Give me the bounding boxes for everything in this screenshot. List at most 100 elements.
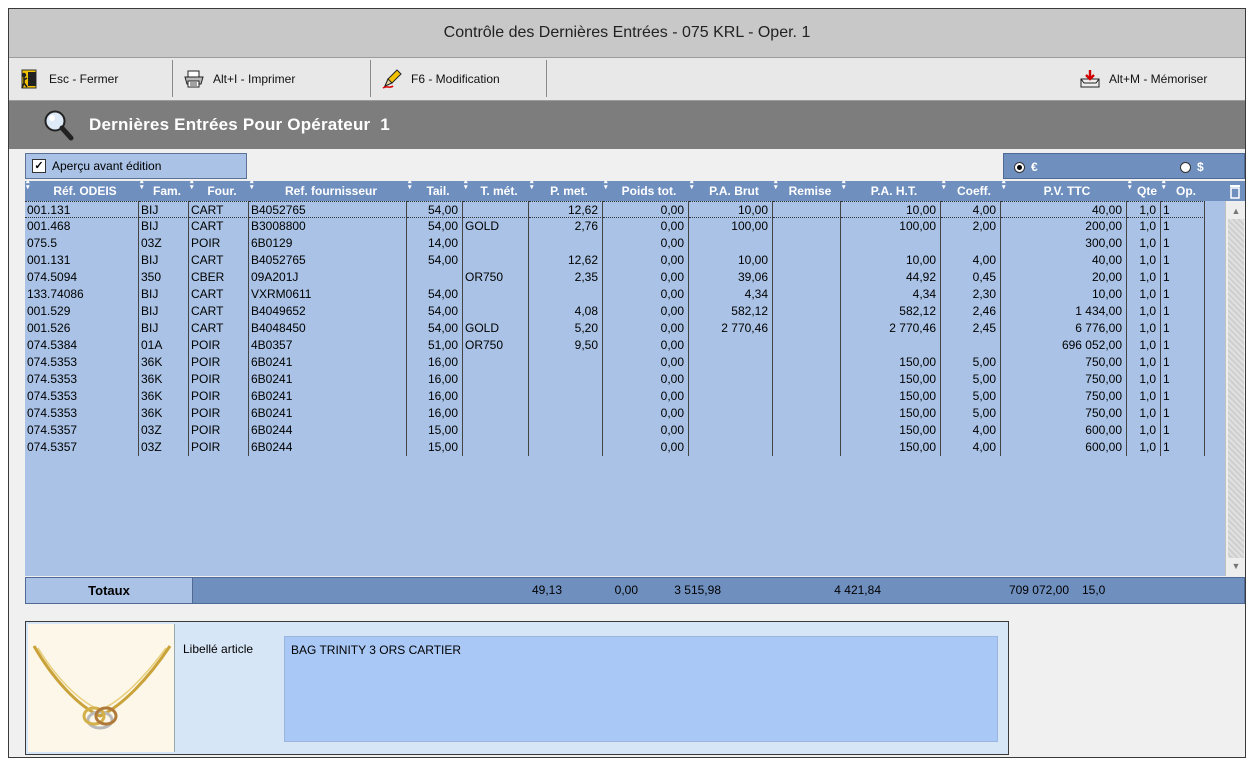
cell-op: 1: [1161, 388, 1205, 405]
cell-qte: 1,0: [1127, 269, 1161, 286]
cell-remise: [773, 337, 841, 354]
cell-ref-fournisseur: 6B0241: [249, 405, 407, 422]
cell-t-met: [463, 303, 529, 320]
table-row[interactable]: 001.131 BIJ CART B4052765 54,00 12,62 0,00 10,0…: [25, 201, 1245, 218]
table-row[interactable]: 074.5353 36K POIR 6B0241 16,00 0,00 150,00 5,00…: [25, 354, 1245, 371]
cell-ref: 074.5353: [25, 388, 139, 405]
column-header-pa-brut[interactable]: P.A. Brut: [689, 181, 773, 201]
dollar-label: $: [1197, 160, 1204, 174]
column-header-remise[interactable]: Remise: [773, 181, 841, 201]
cell-tail: 54,00: [407, 218, 463, 235]
table-row[interactable]: 074.5384 01A POIR 4B0357 51,00 OR750 9,50 0,00 6…: [25, 337, 1245, 354]
scroll-up-icon[interactable]: ▲: [1228, 203, 1244, 219]
cell-t-met: [463, 201, 529, 218]
column-header-qte[interactable]: Qte: [1127, 181, 1161, 201]
table-row[interactable]: 001.131 BIJ CART B4052765 54,00 12,62 0,00 10,0…: [25, 252, 1245, 269]
column-header-op[interactable]: Op.: [1161, 181, 1205, 201]
cell-remise: [773, 303, 841, 320]
cell-op: 1: [1161, 218, 1205, 235]
save-tray-icon: [1080, 69, 1100, 87]
cell-ref: 074.5353: [25, 405, 139, 422]
cell-coeff: 5,00: [941, 405, 1001, 422]
cell-tail: 14,00: [407, 235, 463, 252]
column-header-t-met[interactable]: T. mét.: [463, 181, 529, 201]
cell-four: CART: [189, 303, 249, 320]
table-row[interactable]: 133.74086 BIJ CART VXRM0611 54,00 0,00 4,34 4,3…: [25, 286, 1245, 303]
cell-op: 1: [1161, 354, 1205, 371]
cell-pv-ttc: 40,00: [1001, 201, 1127, 218]
cell-four: CART: [189, 201, 249, 218]
memorize-button[interactable]: Alt+M - Mémoriser: [1071, 60, 1245, 97]
table-row[interactable]: 075.5 03Z POIR 6B0129 14,00 0,00 300,00 1,0 1: [25, 235, 1245, 252]
cell-poids-tot: 0,00: [603, 422, 689, 439]
cell-ref: 001.526: [25, 320, 139, 337]
trash-icon[interactable]: [1229, 183, 1241, 199]
column-header-poids-tot[interactable]: Poids tot.: [603, 181, 689, 201]
cell-ref-fournisseur: B4049652: [249, 303, 407, 320]
cell-tail: 16,00: [407, 388, 463, 405]
cell-four: POIR: [189, 388, 249, 405]
cell-pa-brut: 4,34: [689, 286, 773, 303]
cell-poids-tot: 0,00: [603, 218, 689, 235]
table-row[interactable]: 074.5353 36K POIR 6B0241 16,00 0,00 150,00 5,00…: [25, 371, 1245, 388]
table-row[interactable]: 074.5353 36K POIR 6B0241 16,00 0,00 150,00 5,00…: [25, 388, 1245, 405]
column-header-ref-fournisseur[interactable]: Ref. fournisseur: [249, 181, 407, 201]
cell-fam: 03Z: [139, 235, 189, 252]
table-row[interactable]: 074.5357 03Z POIR 6B0244 15,00 0,00 150,00 4,00…: [25, 439, 1245, 456]
total-poids-tot: 0,00: [614, 583, 638, 597]
cell-tail: 54,00: [407, 252, 463, 269]
apercu-checkbox[interactable]: ✓ Aperçu avant édition: [25, 153, 247, 179]
column-header-pa-ht[interactable]: P.A. H.T.: [841, 181, 941, 201]
cell-tail: 16,00: [407, 405, 463, 422]
window-title: Contrôle des Dernières Entrées - 075 KRL…: [443, 24, 811, 41]
cell-fam: BIJ: [139, 252, 189, 269]
cell-qte: 1,0: [1127, 439, 1161, 456]
print-button[interactable]: Alt+I - Imprimer: [175, 60, 371, 97]
column-header-pv-ttc[interactable]: P.V. TTC: [1001, 181, 1127, 201]
close-button[interactable]: Esc - Fermer: [11, 60, 173, 97]
euro-radio[interactable]: €: [1014, 160, 1038, 174]
table-row[interactable]: 074.5094 350 CBER 09A201J OR750 2,35 0,00 39,06…: [25, 269, 1245, 286]
column-header-fam[interactable]: Fam.: [139, 181, 189, 201]
checkbox-box[interactable]: ✓: [32, 159, 46, 173]
vertical-scrollbar[interactable]: ▲ ▼: [1225, 201, 1245, 576]
cell-op: 1: [1161, 201, 1205, 218]
cell-t-met: OR750: [463, 269, 529, 286]
scroll-down-icon[interactable]: ▼: [1228, 558, 1244, 574]
table-row[interactable]: 001.468 BIJ CART B3008800 54,00 GOLD 2,76 0,00 1…: [25, 218, 1245, 235]
cell-pa-brut: 582,12: [689, 303, 773, 320]
cell-pa-brut: 2 770,46: [689, 320, 773, 337]
table-row[interactable]: 074.5353 36K POIR 6B0241 16,00 0,00 150,00 5,00…: [25, 405, 1245, 422]
column-header-coeff[interactable]: Coeff.: [941, 181, 1001, 201]
cell-poids-tot: 0,00: [603, 303, 689, 320]
cell-pv-ttc: 200,00: [1001, 218, 1127, 235]
cell-pa-ht: 10,00: [841, 252, 941, 269]
column-header-ref[interactable]: Réf. ODEIS: [25, 181, 139, 201]
cell-op: 1: [1161, 252, 1205, 269]
cell-pa-ht: [841, 235, 941, 252]
table-row[interactable]: 074.5357 03Z POIR 6B0244 15,00 0,00 150,00 4,00…: [25, 422, 1245, 439]
modify-button[interactable]: F6 - Modification: [373, 60, 547, 97]
article-description-field[interactable]: BAG TRINITY 3 ORS CARTIER: [284, 636, 998, 742]
cell-poids-tot: 0,00: [603, 252, 689, 269]
magnifier-icon: [44, 110, 74, 141]
cell-pa-ht: 44,92: [841, 269, 941, 286]
column-header-p-met[interactable]: P. met.: [529, 181, 603, 201]
table-row[interactable]: 001.529 BIJ CART B4049652 54,00 4,08 0,00 582,1…: [25, 303, 1245, 320]
column-header-four[interactable]: Four.: [189, 181, 249, 201]
cell-p-met: 2,35: [529, 269, 603, 286]
column-header-tail[interactable]: Tail.: [407, 181, 463, 201]
cell-qte: 1,0: [1127, 320, 1161, 337]
cell-pa-brut: [689, 354, 773, 371]
table-row[interactable]: 001.526 BIJ CART B4048450 54,00 GOLD 5,20 0,00 2…: [25, 320, 1245, 337]
dollar-radio[interactable]: $: [1180, 160, 1204, 174]
cell-qte: 1,0: [1127, 405, 1161, 422]
cell-op: 1: [1161, 371, 1205, 388]
cell-poids-tot: 0,00: [603, 371, 689, 388]
cell-poids-tot: 0,00: [603, 388, 689, 405]
cell-pv-ttc: 750,00: [1001, 371, 1127, 388]
cell-remise: [773, 354, 841, 371]
scroll-track[interactable]: [1228, 219, 1244, 558]
cell-ref-fournisseur: B4052765: [249, 201, 407, 218]
printer-icon: [184, 70, 204, 87]
